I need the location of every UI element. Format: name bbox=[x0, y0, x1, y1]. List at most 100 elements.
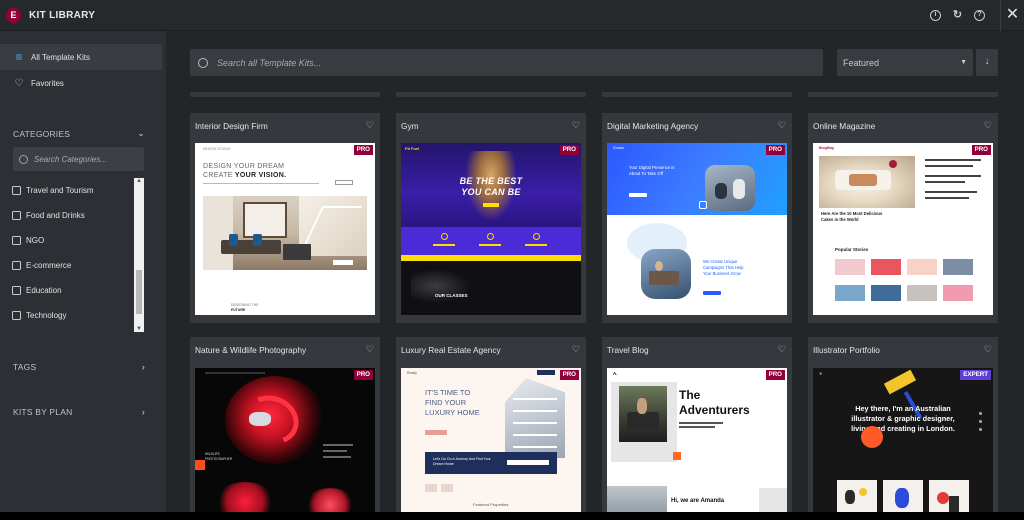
category-label: Food and Drinks bbox=[26, 211, 85, 220]
category-item-travel-and-tourism[interactable]: Travel and Tourism bbox=[12, 178, 146, 203]
kit-title: Digital Marketing Agency bbox=[607, 120, 699, 131]
sidebar-item-label: Favorites bbox=[31, 78, 64, 88]
top-actions: i ↻ ? ✕ bbox=[930, 0, 1024, 31]
list-icon: ≡ bbox=[15, 50, 23, 64]
kit-preview[interactable]: PRO Fit Fuel BE THE BEST YOU CAN BE OUR … bbox=[401, 143, 581, 315]
preview-room-image bbox=[203, 196, 367, 270]
sidebar-item-favorites[interactable]: ♡ Favorites bbox=[0, 70, 162, 96]
category-scrollbar[interactable]: ▲ ▼ bbox=[134, 178, 144, 332]
sidebar-item-all-template-kits[interactable]: ≡ All Template Kits bbox=[0, 44, 162, 70]
search-icon bbox=[198, 57, 208, 68]
kit-title: Travel Blog bbox=[607, 344, 649, 355]
heart-icon[interactable]: ♡ bbox=[366, 120, 374, 131]
checkbox[interactable] bbox=[12, 236, 21, 245]
info-icon[interactable]: i bbox=[930, 10, 941, 21]
kit-search-input[interactable] bbox=[217, 57, 797, 68]
tags-toggle[interactable]: TAGS › bbox=[13, 362, 145, 372]
kit-card[interactable]: Illustrator Portfolio ♡ EXPERT ✳ Hey the… bbox=[808, 337, 998, 517]
checkbox[interactable] bbox=[12, 286, 21, 295]
category-search-input[interactable] bbox=[34, 154, 134, 164]
kit-preview[interactable]: EXPERT ✳ Hey there, I'm an Australian il… bbox=[813, 368, 993, 517]
preview-brand-icon: ✳ bbox=[819, 371, 823, 376]
kit-card[interactable]: Digital Marketing Agency ♡ PRO Growio Yo… bbox=[602, 113, 792, 323]
heart-icon[interactable]: ♡ bbox=[778, 344, 786, 355]
heart-icon[interactable]: ♡ bbox=[572, 120, 580, 131]
plan-badge: PRO bbox=[765, 370, 785, 380]
preview-heading-part: YOUR VISION. bbox=[234, 172, 287, 179]
arrow-down-icon[interactable]: ↓ bbox=[976, 49, 998, 76]
preview-heading: CREATE YOUR VISION. bbox=[203, 172, 286, 179]
preview-section-title: Hi, we are Amanda bbox=[671, 498, 725, 504]
preview-section-title: Featured Properties bbox=[473, 502, 509, 507]
preview-heading: Adventurers bbox=[679, 403, 750, 417]
kit-card-header: Digital Marketing Agency ♡ bbox=[602, 113, 792, 138]
close-icon[interactable]: ✕ bbox=[1000, 0, 1024, 31]
preview-subheading: PHOTOGRAPHER bbox=[205, 457, 233, 461]
checkbox[interactable] bbox=[12, 261, 21, 270]
kit-title: Gym bbox=[401, 120, 419, 131]
preview-heading: About To Take Off bbox=[629, 171, 663, 176]
heart-icon[interactable]: ♡ bbox=[984, 120, 992, 131]
sort-select[interactable]: Featured ▼ bbox=[837, 49, 973, 76]
chevron-right-icon: › bbox=[141, 362, 145, 372]
preview-divider bbox=[203, 183, 319, 184]
preview-heading: Hey there, I'm an Australian bbox=[855, 404, 951, 413]
preview-features-band bbox=[401, 227, 581, 255]
category-search bbox=[13, 147, 144, 171]
category-item-education[interactable]: Education bbox=[12, 278, 146, 303]
category-item-technology[interactable]: Technology bbox=[12, 303, 146, 328]
kit-title: Interior Design Firm bbox=[195, 120, 268, 131]
categories-toggle[interactable]: CATEGORIES ⌄ bbox=[13, 128, 145, 139]
preview-heading: Cakes in the World bbox=[821, 217, 859, 222]
kit-preview[interactable]: PRO DESIGN STUDIO DESIGN YOUR DREAM CREA… bbox=[195, 143, 375, 315]
kit-preview[interactable]: PRO A. The Adventurers Hi, we are Amanda bbox=[607, 368, 787, 517]
plan-badge: PRO bbox=[559, 370, 579, 380]
kit-title: Online Magazine bbox=[813, 120, 876, 131]
kits-by-plan-title: KITS BY PLAN bbox=[13, 407, 73, 417]
app-title: KIT LIBRARY bbox=[29, 9, 96, 21]
kit-card[interactable]: Luxury Real Estate Agency ♡ PRO Realty I… bbox=[396, 337, 586, 517]
heart-icon[interactable]: ♡ bbox=[366, 344, 374, 355]
category-item-food-and-drinks[interactable]: Food and Drinks bbox=[12, 203, 146, 228]
preview-subheading: Campaigns That Help bbox=[703, 265, 744, 270]
preview-cake-image bbox=[819, 156, 915, 208]
scrollbar-thumb[interactable] bbox=[136, 270, 142, 314]
kit-preview[interactable]: PRO Growio Your Digital Presence is Abou… bbox=[607, 143, 787, 315]
category-list: Travel and Tourism Food and Drinks NGO E… bbox=[12, 178, 146, 332]
kit-preview[interactable]: PRO Realty IT'S TIME TO FIND YOUR LUXURY… bbox=[401, 368, 581, 517]
category-item-ngo[interactable]: NGO bbox=[12, 228, 146, 253]
preview-button bbox=[335, 180, 353, 185]
category-item-e-commerce[interactable]: E-commerce bbox=[12, 253, 146, 278]
kit-card[interactable]: Travel Blog ♡ PRO A. The Adventurers Hi,… bbox=[602, 337, 792, 517]
kit-card[interactable]: Online Magazine ♡ PRO BlogMag Here Are t… bbox=[808, 113, 998, 323]
checkbox[interactable] bbox=[12, 311, 21, 320]
kit-title: Nature & Wildlife Photography bbox=[195, 344, 307, 355]
sidebar: ≡ All Template Kits ♡ Favorites CATEGORI… bbox=[0, 31, 166, 520]
kit-preview[interactable]: PRO WILDLIFE PHOTOGRAPHER bbox=[195, 368, 375, 517]
sort-selected-value: Featured bbox=[843, 57, 880, 68]
preview-subheading: WILDLIFE bbox=[205, 452, 220, 456]
scroll-down-icon[interactable]: ▼ bbox=[134, 326, 144, 332]
kit-card[interactable]: Interior Design Firm ♡ PRO DESIGN STUDIO… bbox=[190, 113, 380, 323]
plan-badge: EXPERT bbox=[960, 370, 991, 380]
kit-card[interactable]: Nature & Wildlife Photography ♡ PRO WILD… bbox=[190, 337, 380, 517]
kit-card-header: Gym ♡ bbox=[396, 113, 586, 138]
sync-icon[interactable]: ↻ bbox=[952, 10, 963, 21]
search-icon bbox=[19, 154, 28, 164]
kit-preview[interactable]: PRO BlogMag Here Are the 10 Most Delicio… bbox=[813, 143, 993, 315]
checkbox[interactable] bbox=[12, 211, 21, 220]
preview-hero: Growio Your Digital Presence is About To… bbox=[607, 143, 787, 215]
scroll-up-icon[interactable]: ▲ bbox=[134, 178, 144, 184]
preview-brand: BlogMag bbox=[819, 146, 834, 150]
kit-title: Luxury Real Estate Agency bbox=[401, 344, 501, 355]
preview-subheading: Your Business Grow bbox=[703, 271, 741, 276]
heart-icon[interactable]: ♡ bbox=[778, 120, 786, 131]
heart-icon[interactable]: ♡ bbox=[572, 344, 580, 355]
kits-by-plan-toggle[interactable]: KITS BY PLAN › bbox=[13, 407, 145, 417]
preview-heading: DESIGN YOUR DREAM bbox=[203, 163, 285, 170]
top-bar: E KIT LIBRARY i ↻ ? ✕ bbox=[0, 0, 1024, 31]
help-icon[interactable]: ? bbox=[974, 10, 985, 21]
checkbox[interactable] bbox=[12, 186, 21, 195]
kit-card[interactable]: Gym ♡ PRO Fit Fuel BE THE BEST YOU CAN B… bbox=[396, 113, 586, 323]
heart-icon[interactable]: ♡ bbox=[984, 344, 992, 355]
